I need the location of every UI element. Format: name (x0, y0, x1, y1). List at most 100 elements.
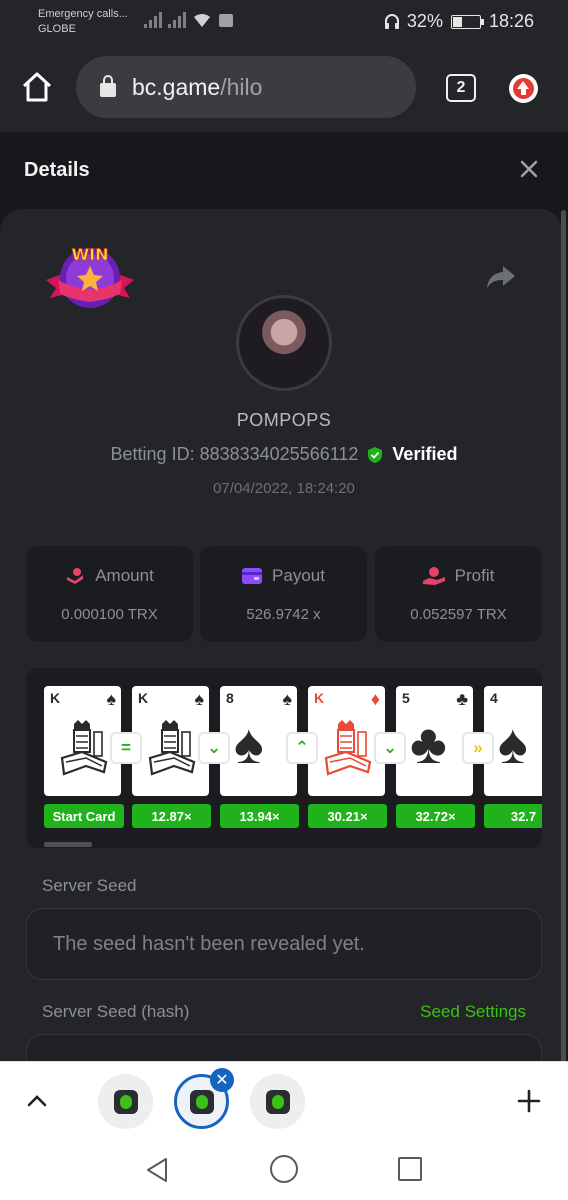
notification-icon (219, 14, 233, 27)
equal-icon: = (112, 734, 140, 762)
multiplier-badge: 30.21× (308, 804, 387, 828)
page-title: Details (24, 159, 90, 181)
update-icon[interactable] (509, 74, 538, 103)
king-face-icon (60, 720, 108, 776)
card-rank: K (138, 690, 149, 706)
playing-card: K ♠ (44, 686, 121, 796)
betting-id: Betting ID: 8838334025566112 (110, 444, 359, 464)
playing-card: K ♠ (132, 686, 209, 796)
close-tab-icon[interactable]: ✕ (210, 1068, 234, 1092)
browser-toolbar: bc.game/hilo 2 (0, 44, 568, 132)
tab-thumbnail-3[interactable] (250, 1074, 305, 1129)
tab-switcher-button[interactable]: 2 (446, 74, 476, 102)
chevron-up-icon[interactable] (24, 1088, 50, 1114)
home-icon[interactable] (20, 70, 54, 104)
card-history-scroll-indicator[interactable] (44, 842, 92, 847)
multiplier-badge: 32.72× (396, 804, 475, 828)
playing-card: K ♦ (308, 686, 385, 796)
card-rank: 8 (226, 690, 234, 706)
back-icon[interactable] (144, 1156, 172, 1184)
stat-value-amount: 0.000100 TRX (61, 606, 158, 623)
stat-label-profit: Profit (454, 566, 495, 585)
details-page: Details WIN POMPOPS Betting ID: 88383340… (0, 132, 568, 1061)
carrier-line-2: GLOBE (38, 23, 76, 35)
card-suit-icon: ♠ (194, 689, 204, 709)
carrier-info: Emergency calls... GLOBE (38, 7, 128, 37)
system-nav-bar (0, 1139, 568, 1200)
wallet-icon (242, 568, 263, 584)
server-seed-hash-label: Server Seed (hash) (42, 1002, 190, 1021)
status-right: 32% 18:26 (384, 11, 534, 32)
bc-game-logo-icon (189, 1089, 214, 1114)
address-bar[interactable]: bc.game/hilo (76, 56, 416, 118)
card-history[interactable]: K ♠ Start Card K ♠ 12.87× 8 ♠ ♠ 13.94× K ♦ 30.21× 5 ♣ ♣… (26, 668, 542, 848)
playing-card: 8 ♠ ♠ (220, 686, 297, 796)
verified-shield-icon (368, 446, 383, 463)
card-suit-large-icon: ♠ (498, 712, 528, 775)
multiplier-badge: 32.7 (484, 804, 542, 828)
seed-settings-link[interactable]: Seed Settings (420, 1002, 526, 1022)
stat-card-payout: Payout 526.9742 x (200, 546, 367, 642)
win-text: WIN (72, 245, 109, 264)
browser-tab-strip: ✕ (0, 1061, 568, 1139)
playing-card: 5 ♣ ♣ (396, 686, 473, 796)
signal-icon (144, 12, 162, 28)
avatar (236, 295, 332, 391)
lower-icon: ⌄ (200, 734, 228, 762)
win-badge-icon: WIN (46, 245, 134, 308)
higher-icon: ⌃ (288, 734, 316, 762)
carrier-line-1: Emergency calls... (38, 8, 128, 20)
stat-label-payout: Payout (272, 566, 325, 585)
wifi-icon (194, 13, 210, 27)
battery-fill (452, 16, 462, 27)
server-seed-field[interactable]: The seed hasn't been revealed yet. (26, 908, 542, 980)
username: POMPOPS (236, 410, 332, 430)
bc-game-logo-icon (113, 1089, 138, 1114)
signal-icons (144, 12, 234, 28)
playing-card: 4♠♠ (484, 686, 542, 796)
status-bar: Emergency calls... GLOBE 32% 18:26 (0, 0, 568, 44)
url-path: /hilo (220, 73, 263, 100)
stat-value-profit: 0.052597 TRX (410, 606, 507, 623)
server-seed-hash-field[interactable] (26, 1034, 542, 1061)
share-icon[interactable] (486, 264, 516, 290)
card-suit-icon: ♣ (456, 689, 468, 709)
clock: 18:26 (488, 11, 534, 31)
card-suit-large-icon: ♣ (410, 712, 447, 775)
battery-percent: 32% (406, 11, 443, 31)
betting-id-row: Betting ID: 8838334025566112 Verified (0, 444, 568, 465)
card-suit-icon: ♠ (106, 689, 116, 709)
stat-card-amount: Amount 0.000100 TRX (26, 546, 193, 642)
card-rank: K (50, 690, 61, 706)
card-rank: 4 (490, 690, 498, 706)
card-rank: K (314, 690, 325, 706)
server-seed-label: Server Seed (42, 876, 137, 895)
home-nav-icon[interactable] (270, 1155, 298, 1183)
amount-icon (67, 568, 84, 584)
bet-date: 07/04/2022, 18:24:20 (213, 480, 355, 497)
verified-label: Verified (392, 444, 458, 464)
signal-icon-2 (168, 12, 186, 28)
stat-label-amount: Amount (95, 566, 154, 585)
skip-icon: » (464, 734, 492, 762)
lower-icon: ⌄ (376, 734, 404, 762)
king-face-icon (324, 720, 372, 776)
close-icon[interactable] (517, 157, 541, 181)
profit-icon (422, 567, 445, 585)
headset-icon (384, 13, 399, 29)
url-host: bc.game (132, 73, 221, 100)
stat-value-payout: 526.9742 x (246, 606, 321, 623)
scrollbar[interactable] (561, 210, 566, 1061)
card-rank: 5 (402, 690, 410, 706)
king-face-icon (148, 720, 196, 776)
lock-icon (100, 75, 116, 97)
tab-thumbnail-1[interactable] (98, 1074, 153, 1129)
card-suit-icon: ♠ (282, 689, 292, 709)
card-suit-large-icon: ♠ (234, 712, 264, 775)
bc-game-logo-icon (265, 1089, 290, 1114)
plus-icon[interactable] (516, 1088, 542, 1114)
multiplier-badge: 12.87× (132, 804, 211, 828)
multiplier-badge: Start Card (44, 804, 124, 828)
battery-icon (450, 14, 484, 29)
recent-apps-icon[interactable] (398, 1157, 422, 1181)
